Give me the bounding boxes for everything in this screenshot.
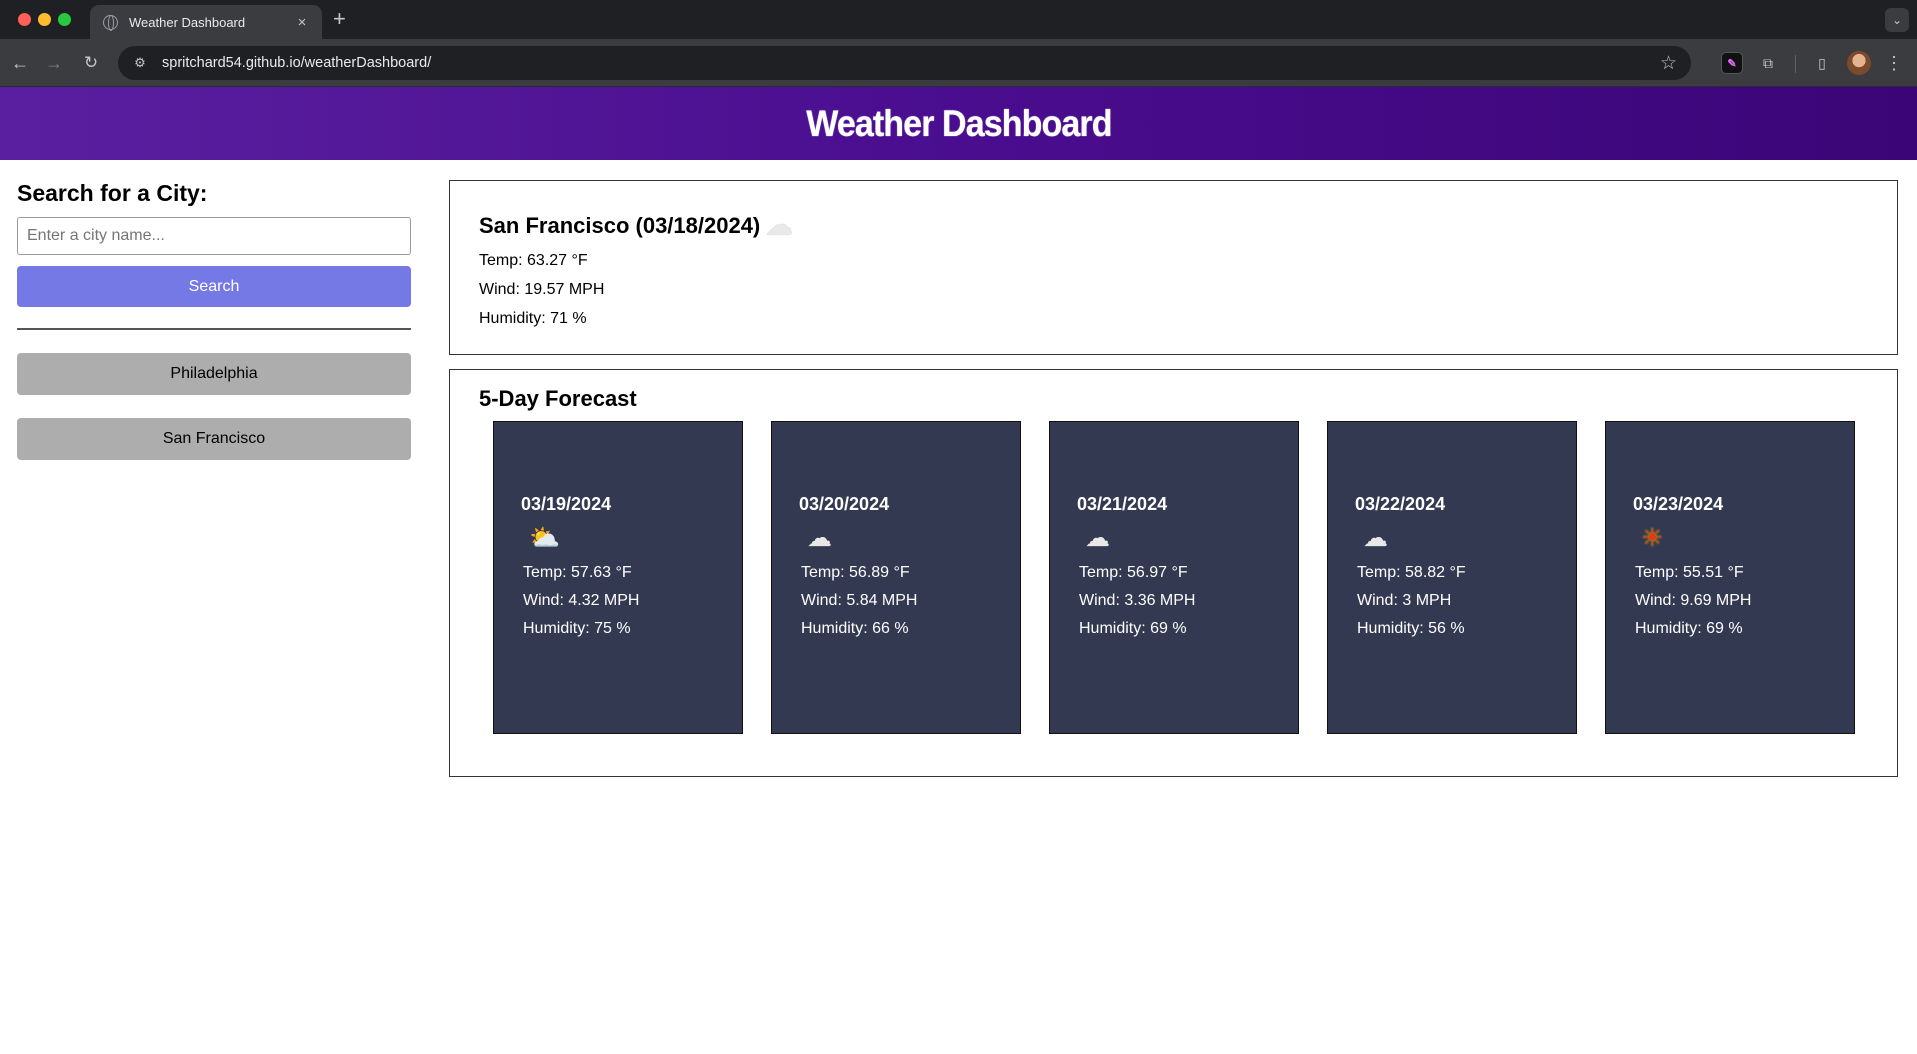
current-humidity: Humidity: 71 % [479,310,587,327]
forecast-date: 03/21/2024 [1077,494,1168,514]
minimize-window-button[interactable] [38,13,51,26]
forecast-humidity: Humidity: 69 % [1635,620,1743,637]
forecast-temp: Temp: 57.63 °F [523,564,632,581]
forecast-humidity: Humidity: 56 % [1357,620,1465,637]
current-city-date: San Francisco (03/18/2024) [479,212,761,238]
page: Weather Dashboard Search for a City: Sea… [0,87,1917,1054]
forecast-temp: Temp: 58.82 °F [1357,564,1466,581]
forecast-wind: Wind: 4.32 MPH [523,592,640,609]
site-settings-icon[interactable]: ⚙ [130,55,150,71]
current-weather-heading: San Francisco (03/18/2024) ☁ [479,210,1897,241]
forward-arrow-icon[interactable]: → [42,51,66,75]
forecast-wind: Wind: 5.84 MPH [801,592,918,609]
forecast-heading: 5-Day Forecast [479,386,637,411]
forecast-wind: Wind: 3.36 MPH [1079,592,1196,609]
url-text[interactable]: spritchard54.github.io/weatherDashboard/ [162,55,1660,71]
back-arrow-icon[interactable]: ← [8,51,32,75]
maximize-window-button[interactable] [58,13,71,26]
cloud-icon: ☁ [807,524,832,552]
forecast-temp: Temp: 56.97 °F [1079,564,1188,581]
reload-icon[interactable]: ↻ [79,51,103,75]
forecast-card: 03/22/2024 ☁ Temp: 58.82 °F Wind: 3 MPH … [1327,421,1577,734]
search-label: Search for a City: [17,180,208,206]
profile-avatar[interactable] [1847,51,1871,75]
browser-tab[interactable]: Weather Dashboard × [90,5,322,39]
page-header: Weather Dashboard [0,87,1917,160]
search-button[interactable]: Search [17,266,411,307]
forecast-date: 03/20/2024 [799,494,890,514]
bookmark-star-icon[interactable]: ☆ [1660,52,1677,75]
broken-clouds-icon: ☁ [1363,524,1388,552]
forecast-cards: 03/19/2024 ⛅ Temp: 57.63 °F Wind: 4.32 M… [493,421,1855,734]
forecast-card: 03/19/2024 ⛅ Temp: 57.63 °F Wind: 4.32 M… [493,421,743,734]
side-panel-icon[interactable]: ▯ [1811,52,1833,74]
history-button-san-francisco[interactable]: San Francisco [17,418,411,460]
forecast-panel: 5-Day Forecast 03/19/2024 ⛅ Temp: 57.63 … [449,369,1898,777]
close-window-button[interactable] [18,13,31,26]
current-wind: Wind: 19.57 MPH [479,281,605,298]
forecast-date: 03/19/2024 [521,494,612,514]
forecast-temp: Temp: 55.51 °F [1635,564,1744,581]
forecast-humidity: Humidity: 75 % [523,620,631,637]
extension-icon[interactable]: ✎ [1721,52,1743,74]
chevron-down-icon[interactable]: ⌄ [1885,8,1909,32]
forecast-card: 03/20/2024 ☁ Temp: 56.89 °F Wind: 5.84 M… [771,421,1021,734]
more-menu-icon[interactable]: ⋮ [1885,51,1903,75]
city-search-input[interactable] [17,217,411,255]
divider [17,328,411,330]
tab-title: Weather Dashboard [129,14,246,30]
address-bar[interactable]: ⚙ spritchard54.github.io/weatherDashboar… [118,46,1691,80]
forecast-card: 03/21/2024 ☁ Temp: 56.97 °F Wind: 3.36 M… [1049,421,1299,734]
forecast-humidity: Humidity: 66 % [801,620,909,637]
forecast-date: 03/23/2024 [1633,494,1724,514]
toolbar-divider [1795,55,1796,73]
partly-cloudy-icon: ⛅ [529,524,561,552]
forecast-wind: Wind: 3 MPH [1357,592,1452,609]
puzzle-icon[interactable]: ⧉ [1757,52,1779,74]
page-title: Weather Dashboard [805,102,1112,144]
history-button-philadelphia[interactable]: Philadelphia [17,353,411,395]
forecast-card: 03/23/2024 ☀ Temp: 55.51 °F Wind: 9.69 M… [1605,421,1855,734]
cloud-icon: ☁ [766,210,793,240]
search-sidebar: Search for a City: Search Philadelphia S… [17,180,411,460]
tab-close-icon[interactable]: × [292,14,312,31]
new-tab-button[interactable]: + [333,8,346,30]
globe-icon [103,14,118,31]
forecast-humidity: Humidity: 69 % [1079,620,1187,637]
current-weather-panel: San Francisco (03/18/2024) ☁ Temp: 63.27… [449,180,1898,355]
sun-icon: ☀ [1641,524,1664,552]
current-temp: Temp: 63.27 °F [479,252,588,269]
forecast-wind: Wind: 9.69 MPH [1635,592,1752,609]
browser-tab-strip: Weather Dashboard × + ⌄ [0,0,1917,39]
forecast-date: 03/22/2024 [1355,494,1446,514]
forecast-temp: Temp: 56.89 °F [801,564,910,581]
broken-clouds-icon: ☁ [1085,524,1110,552]
browser-toolbar: ← → ↻ ⚙ spritchard54.github.io/weatherDa… [0,39,1917,87]
